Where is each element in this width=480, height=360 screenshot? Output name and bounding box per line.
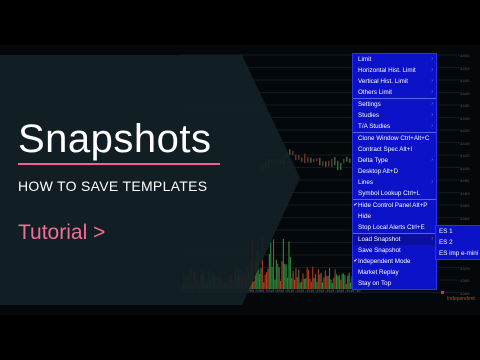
- menu-item-label: T/A Studies: [358, 123, 391, 130]
- submenu-arrow-icon: ›: [431, 123, 433, 129]
- page-title: Snapshots: [18, 117, 212, 161]
- menu-item-label: Clone Window Ctrl+Alt+C: [358, 135, 430, 142]
- checkmark-icon: ✔: [353, 202, 358, 208]
- menu-item-label: Independent Mode: [358, 258, 411, 265]
- letterbox-top: [0, 0, 480, 45]
- menu-item-6[interactable]: T/A Studies ›: [353, 121, 436, 132]
- letterbox-bottom: [0, 315, 480, 360]
- submenu-arrow-icon: ›: [431, 179, 433, 185]
- menu-item-5[interactable]: Studies ›: [353, 110, 436, 121]
- menu-item-label: Limit: [358, 56, 372, 63]
- menu-item-label: Load Snapshot: [358, 236, 401, 243]
- menu-item-4[interactable]: Settings ›: [353, 98, 436, 110]
- snapshot-item-1[interactable]: ES 2: [436, 237, 480, 248]
- menu-item-label: Desktop Alt+D: [358, 168, 399, 175]
- menu-item-9[interactable]: Delta Type ›: [353, 155, 436, 166]
- submenu-arrow-icon: ›: [431, 157, 433, 163]
- menu-item-18[interactable]: ✔ Independent Mode: [353, 256, 436, 267]
- menu-item-label: Studies: [358, 112, 380, 119]
- menu-item-1[interactable]: Horizontal Hist. Limit ›: [353, 65, 436, 76]
- submenu-arrow-icon: ›: [431, 89, 433, 95]
- snapshot-item-2[interactable]: ES imp e-mini: [436, 248, 480, 259]
- menu-item-label: Horizontal Hist. Limit: [358, 67, 416, 74]
- menu-item-label: Contract Spec Alt+I: [358, 146, 413, 153]
- submenu-arrow-icon: ›: [431, 112, 433, 118]
- menu-item-label: Vertical Hist. Limit: [358, 78, 409, 85]
- tutorial-link[interactable]: Tutorial >: [18, 221, 105, 245]
- menu-item-label: Hide Control Panel Alt+P: [358, 202, 428, 209]
- menu-item-12[interactable]: Symbol Lookup Ctrl+L: [353, 188, 436, 199]
- menu-item-label: Delta Type: [358, 157, 388, 164]
- menu-item-19[interactable]: Market Replay: [353, 267, 436, 278]
- menu-item-7[interactable]: Clone Window Ctrl+Alt+C: [353, 132, 436, 144]
- video-frame: 4455 4450 4445 4440 4435 4430 4425 4420 4415 4410…: [0, 0, 480, 360]
- menu-item-11[interactable]: Lines ›: [353, 177, 436, 188]
- context-menu: Limit › Horizontal Hist. Limit › Vertical Hi…: [352, 53, 437, 290]
- menu-item-0[interactable]: Limit ›: [353, 54, 436, 65]
- title-underline: [18, 163, 220, 165]
- menu-item-20[interactable]: Stay on Top: [353, 278, 436, 289]
- menu-item-10[interactable]: Desktop Alt+D: [353, 166, 436, 177]
- page-subtitle: HOW TO SAVE TEMPLATES: [18, 178, 208, 194]
- menu-item-13[interactable]: ✔ Hide Control Panel Alt+P: [353, 199, 436, 211]
- menu-item-17[interactable]: Save Snapshot: [353, 245, 436, 256]
- menu-item-label: Stop Local Alerts Ctrl+E: [358, 224, 425, 231]
- menu-item-label: Settings: [358, 101, 381, 108]
- submenu-arrow-icon: ›: [431, 56, 433, 62]
- checkmark-icon: ✔: [353, 258, 358, 264]
- menu-item-label: Hide: [358, 213, 371, 220]
- load-snapshot-submenu: ES 1 ES 2 ES imp e-mini: [435, 225, 480, 260]
- menu-item-label: Market Replay: [358, 269, 399, 276]
- menu-item-3[interactable]: Others Limit ›: [353, 87, 436, 98]
- submenu-arrow-icon: ›: [431, 101, 433, 107]
- menu-item-14[interactable]: Hide: [353, 211, 436, 222]
- submenu-arrow-icon: ›: [431, 78, 433, 84]
- menu-item-2[interactable]: Vertical Hist. Limit ›: [353, 76, 436, 87]
- menu-item-8[interactable]: Contract Spec Alt+I: [353, 144, 436, 155]
- menu-item-label: Save Snapshot: [358, 247, 401, 254]
- mode-status-label: Independent: [447, 296, 475, 302]
- menu-item-label: Symbol Lookup Ctrl+L: [358, 190, 421, 197]
- submenu-arrow-icon: ›: [431, 236, 433, 242]
- snapshot-item-0[interactable]: ES 1: [436, 226, 480, 237]
- submenu-arrow-icon: ›: [431, 67, 433, 73]
- menu-item-15[interactable]: Stop Local Alerts Ctrl+E: [353, 222, 436, 233]
- alert-indicator: [441, 291, 444, 294]
- menu-item-label: Others Limit: [358, 89, 392, 96]
- menu-item-16[interactable]: Load Snapshot ›: [353, 233, 436, 245]
- menu-item-label: Lines: [358, 179, 374, 186]
- menu-item-label: Stay on Top: [358, 280, 392, 287]
